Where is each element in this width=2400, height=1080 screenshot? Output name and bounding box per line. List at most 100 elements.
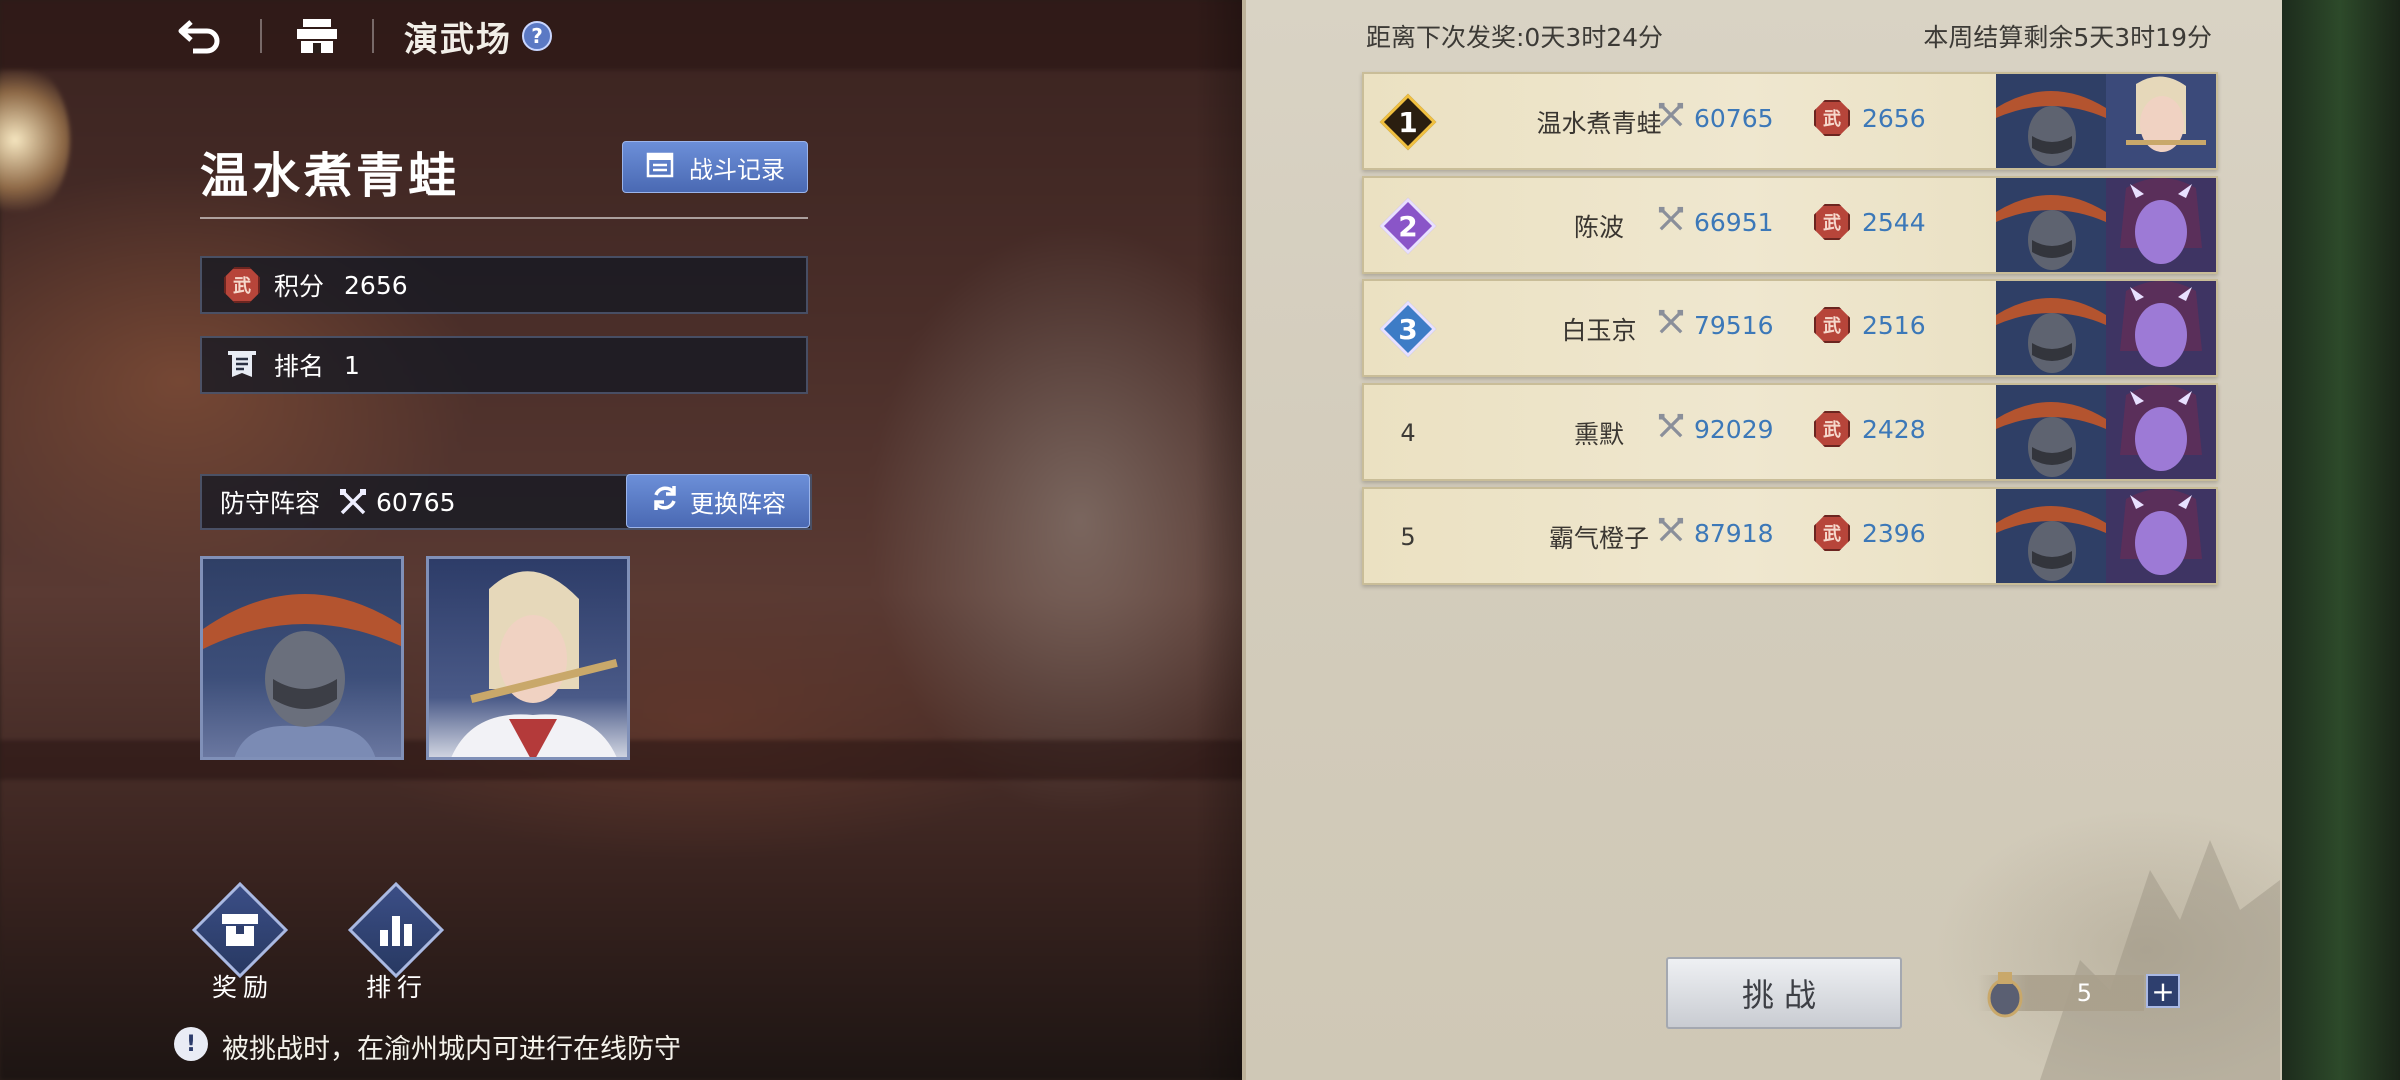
ranking-row[interactable]: 5 霸气橙子 87918 武 2396 xyxy=(1362,487,2218,585)
score-badge-icon: 武 xyxy=(1814,100,1850,136)
score-badge-icon: 武 xyxy=(1814,204,1850,240)
score-badge-icon: 武 xyxy=(1814,307,1850,343)
defense-power-value: 60765 xyxy=(376,487,456,517)
power-value: 60765 xyxy=(1694,103,1774,133)
defense-tip-text: 被挑战时，在渝州城内可进行在线防守 xyxy=(222,1034,681,1065)
power-stat: 79516 xyxy=(1658,309,1774,341)
power-stat: 92029 xyxy=(1658,413,1774,445)
ranking-row[interactable]: 4 熏默 92029 武 2428 xyxy=(1362,383,2218,481)
ink-mountain-decoration xyxy=(2040,840,2280,1080)
score-stat: 武 2396 xyxy=(1814,515,1926,551)
power-stat: 60765 xyxy=(1658,102,1774,134)
score-badge-icon: 武 xyxy=(1814,411,1850,447)
avatar xyxy=(2106,74,2216,168)
power-value: 79516 xyxy=(1694,310,1774,340)
rank-label: 排名 xyxy=(274,352,325,381)
lamp-glow xyxy=(0,60,70,220)
separator xyxy=(372,19,374,53)
score-stat: 武 2516 xyxy=(1814,307,1926,343)
rank-badge: 3 xyxy=(1378,299,1438,359)
player-name: 温水煮青蛙 xyxy=(200,148,461,204)
crossed-swords-icon xyxy=(338,487,368,517)
avatar xyxy=(1996,385,2106,479)
top-bar: 演武场 ? xyxy=(170,8,552,64)
avatar xyxy=(1996,74,2106,168)
power-value: 92029 xyxy=(1694,414,1774,444)
battle-record-button[interactable]: 战斗记录 xyxy=(622,141,808,193)
ranking-row[interactable]: 1 温水煮青蛙 60765 武 2656 xyxy=(1362,72,2218,170)
rank-badge: 5 xyxy=(1378,507,1438,567)
challenge-button[interactable]: 挑战 xyxy=(1666,957,1902,1029)
ranking-row[interactable]: 3 白玉京 79516 武 2516 xyxy=(1362,279,2218,377)
lineup-heads xyxy=(1996,178,2216,272)
score-value: 2516 xyxy=(1862,310,1926,340)
ranking-label: 排行 xyxy=(366,973,429,1002)
power-value: 66951 xyxy=(1694,207,1774,237)
crossed-swords-icon xyxy=(1658,309,1684,341)
score-label: 积分 xyxy=(274,272,325,301)
defense-label: 防守阵容 xyxy=(220,489,321,518)
week-settlement-countdown: 本周结算剩余5天3时19分 xyxy=(1923,23,2212,52)
avatar xyxy=(2106,489,2216,583)
ranking-row[interactable]: 2 陈波 66951 武 2544 xyxy=(1362,176,2218,274)
score-value: 2656 xyxy=(344,270,408,300)
score-stat: 武 2544 xyxy=(1814,204,1926,240)
lineup-portrait-masked-warrior[interactable] xyxy=(200,556,404,760)
ticket-count: 5 xyxy=(2076,979,2092,1007)
change-lineup-button[interactable]: 更换阵容 xyxy=(626,474,810,528)
crossed-swords-icon xyxy=(1658,102,1684,134)
crossed-swords-icon xyxy=(1658,413,1684,445)
ranking-button[interactable] xyxy=(346,880,446,980)
lineup-heads xyxy=(1996,489,2216,583)
rank-number: 1 xyxy=(1398,105,1418,139)
lineup-portrait-flute-player[interactable] xyxy=(426,556,630,760)
back-arrow-icon[interactable] xyxy=(170,8,230,64)
avatar xyxy=(2106,281,2216,375)
power-stat: 87918 xyxy=(1658,517,1774,549)
score-row: 武 积分 2656 xyxy=(200,256,808,314)
rank-badge: 1 xyxy=(1378,92,1438,152)
rank-value: 1 xyxy=(344,350,360,380)
battle-record-label: 战斗记录 xyxy=(689,155,785,184)
rank-number: 5 xyxy=(1400,523,1416,551)
treasure-chest-icon xyxy=(190,880,290,980)
rank-number: 3 xyxy=(1398,312,1418,346)
score-stat: 武 2656 xyxy=(1814,100,1926,136)
score-stat: 武 2428 xyxy=(1814,411,1926,447)
panel-shadow xyxy=(1195,0,1245,1080)
background-foliage xyxy=(2280,0,2400,1080)
score-value: 2428 xyxy=(1862,414,1926,444)
reward-label: 奖励 xyxy=(212,973,275,1002)
power-value: 87918 xyxy=(1694,518,1774,548)
crossed-swords-icon xyxy=(1658,206,1684,238)
separator xyxy=(260,19,262,53)
score-badge-icon: 武 xyxy=(1814,515,1850,551)
next-reward-countdown: 距离下次发奖:0天3时24分 xyxy=(1366,23,1664,52)
change-lineup-label: 更换阵容 xyxy=(690,489,786,518)
avatar xyxy=(1996,281,2106,375)
score-value: 2396 xyxy=(1862,518,1926,548)
home-icon[interactable] xyxy=(292,8,342,64)
help-icon[interactable]: ? xyxy=(522,21,552,51)
lineup-heads xyxy=(1996,74,2216,168)
rank-number: 2 xyxy=(1398,209,1418,243)
page-title: 演武场 xyxy=(404,19,512,60)
score-badge-icon: 武 xyxy=(224,267,260,303)
refresh-icon xyxy=(650,483,680,519)
add-ticket-button[interactable]: + xyxy=(2146,974,2180,1008)
ticket-pouch-icon xyxy=(1984,968,2026,1018)
reward-button[interactable] xyxy=(190,880,290,980)
score-value: 2656 xyxy=(1862,103,1926,133)
rank-number: 4 xyxy=(1400,419,1416,447)
power-stat: 66951 xyxy=(1658,206,1774,238)
crossed-swords-icon xyxy=(1658,517,1684,549)
calendar-icon xyxy=(645,149,675,185)
avatar xyxy=(1996,178,2106,272)
avatar xyxy=(2106,178,2216,272)
rank-badge: 2 xyxy=(1378,196,1438,256)
info-icon: ! xyxy=(174,1027,208,1061)
rank-scroll-icon xyxy=(224,347,260,383)
bar-chart-icon xyxy=(346,880,446,980)
lineup-heads xyxy=(1996,281,2216,375)
score-value: 2544 xyxy=(1862,207,1926,237)
